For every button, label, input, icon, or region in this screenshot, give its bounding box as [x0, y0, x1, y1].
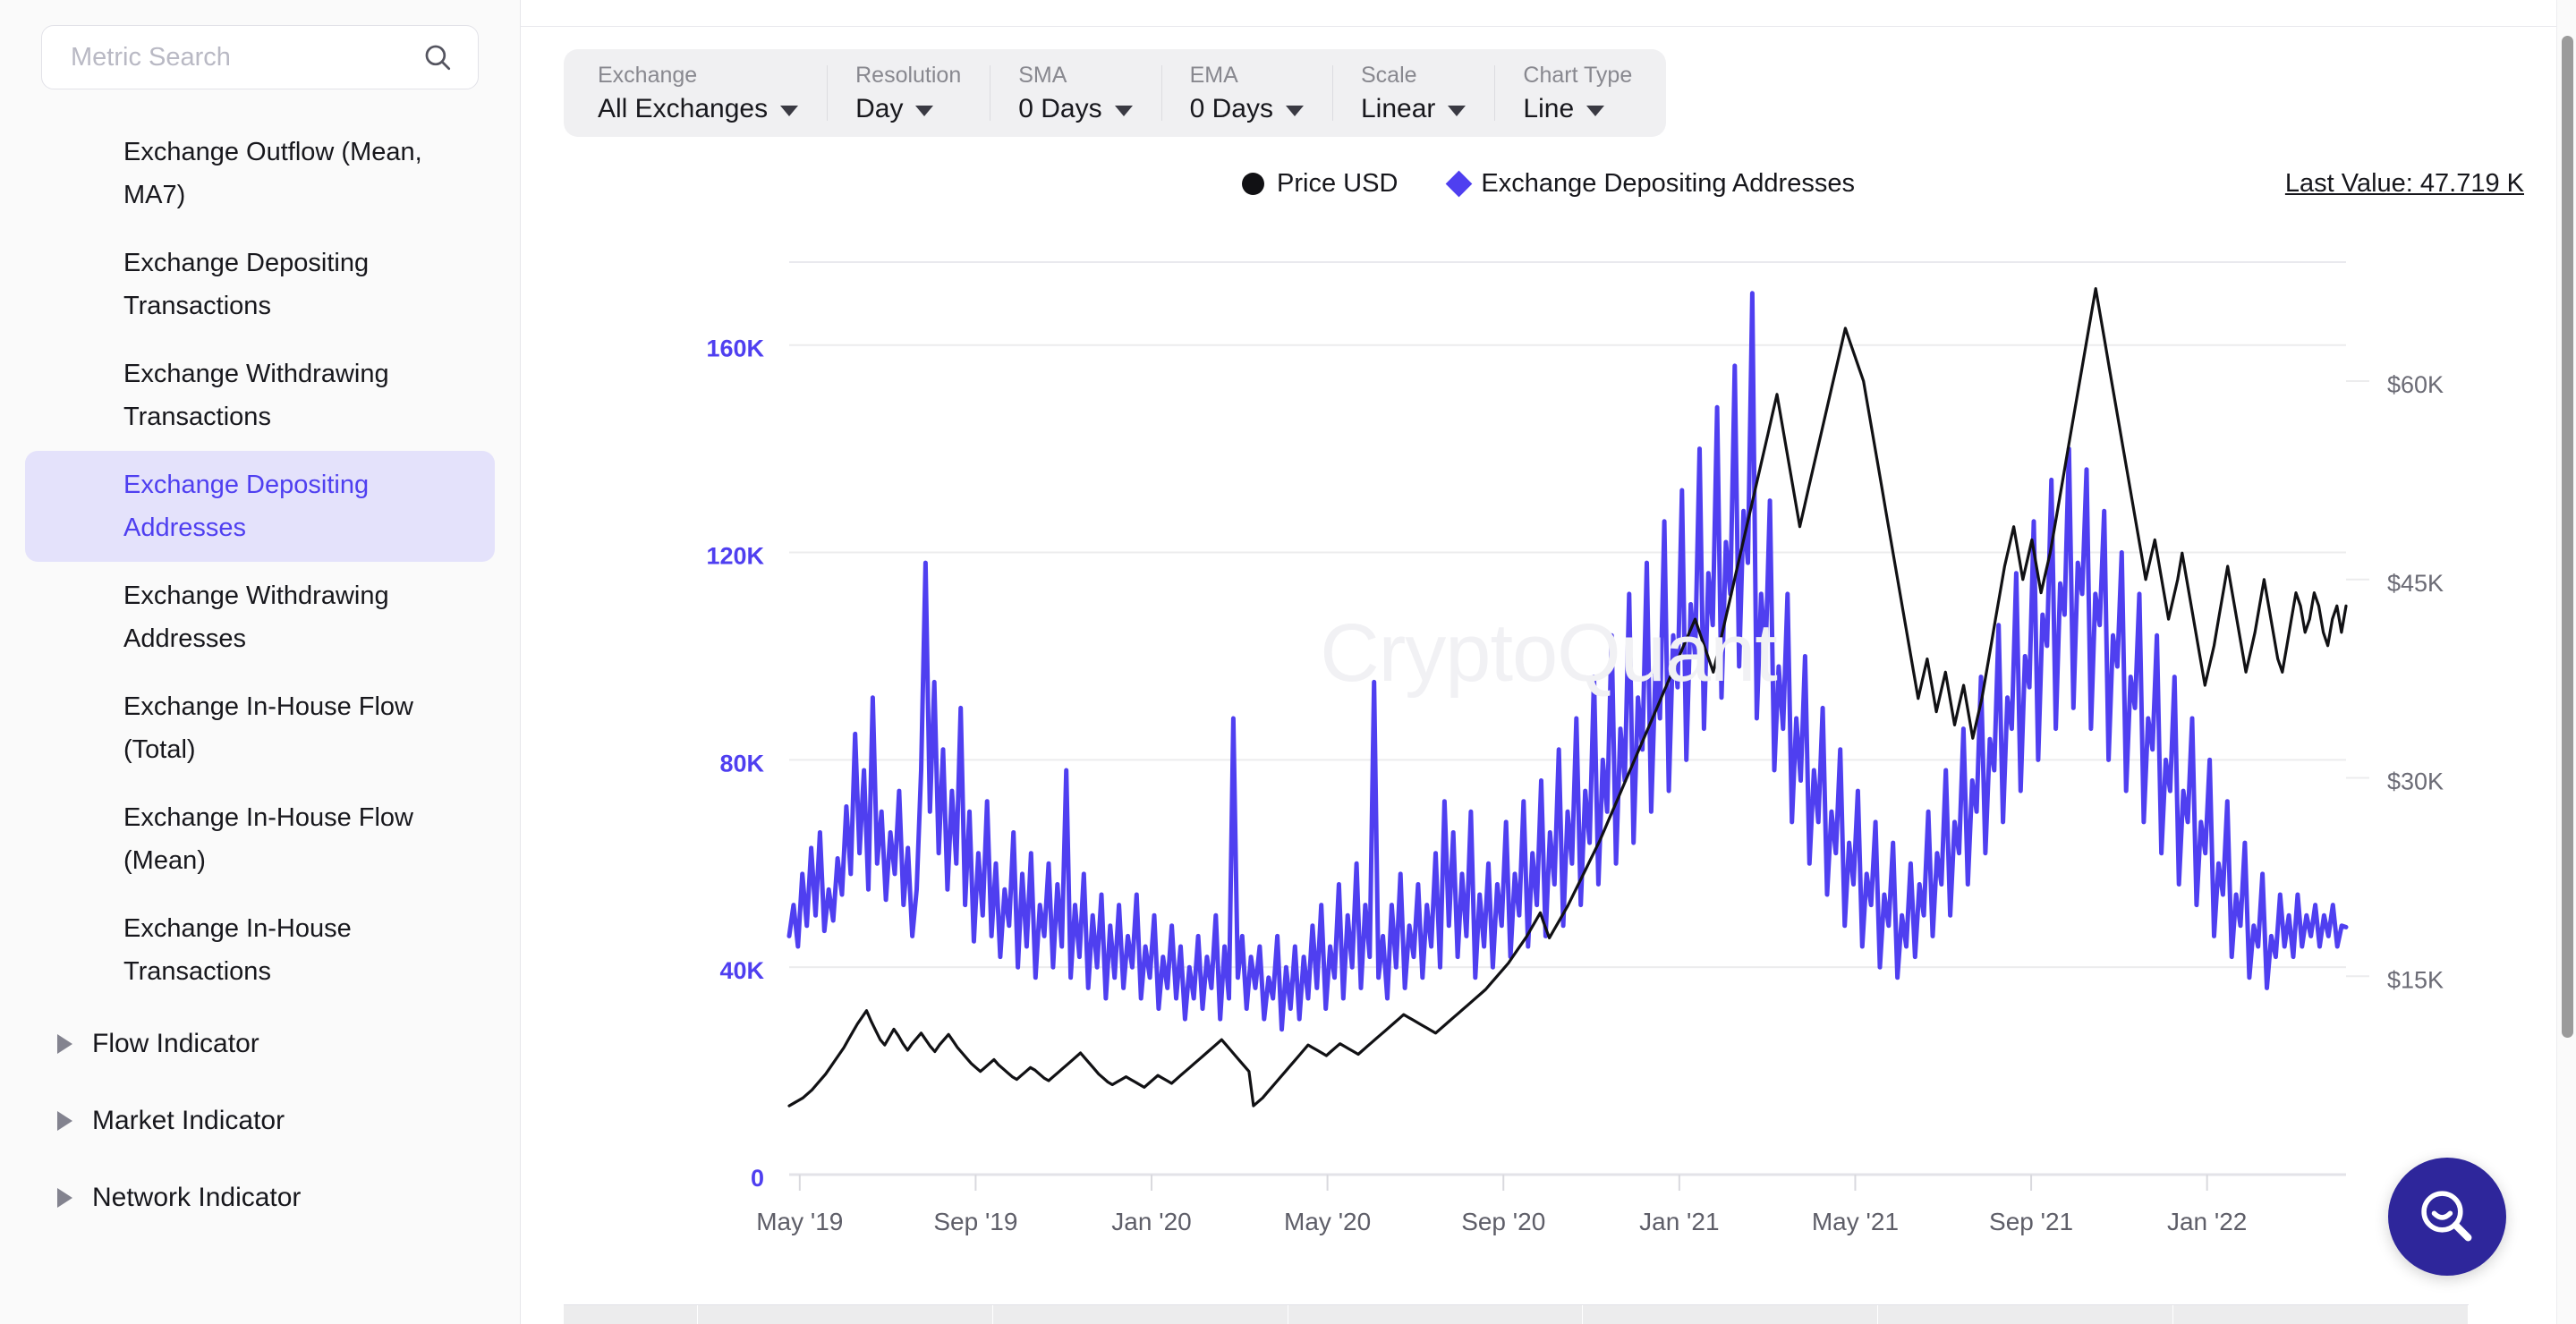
- metric-search-box[interactable]: [41, 25, 479, 89]
- chevron-down-icon[interactable]: [1286, 105, 1304, 116]
- toolbar-value-exchange: All Exchanges: [598, 94, 769, 123]
- chart-canvas-area: CryptoQuant 0 40K 80K 120K 160K $15K $30K $45K $…: [521, 208, 2576, 1318]
- table-header-cell: [1583, 1305, 1879, 1324]
- page-scrollbar[interactable]: [2556, 0, 2576, 1324]
- metric-item-clipped-label: ,: [123, 102, 520, 106]
- toolbar-value-resolution: Day: [855, 94, 904, 123]
- y-axis-left-tick: 40K: [719, 957, 764, 984]
- sidebar-group-network-indicator[interactable]: Network Indicator: [0, 1159, 520, 1236]
- search-icon[interactable]: [422, 42, 453, 72]
- chevron-down-icon[interactable]: [1114, 105, 1133, 116]
- metric-item-exchange-withdrawing-transactions[interactable]: Exchange Withdrawing Transactions: [25, 340, 495, 451]
- x-axis-tick: May '20: [1284, 1208, 1371, 1235]
- x-axis-tick: Sep '19: [933, 1208, 1017, 1235]
- series-line-exchange-depositing-addresses: [786, 291, 2349, 1032]
- crypto-analytics-app: , Exchange Outflow (Mean, MA7) Exchange …: [0, 0, 2576, 1324]
- y-axis-right-tick: $45K: [2387, 570, 2444, 597]
- x-axis-tick: Sep '20: [1461, 1208, 1545, 1235]
- caret-right-icon: [57, 1188, 72, 1208]
- legend-label-exchange-depositing-addresses: Exchange Depositing Addresses: [1481, 168, 1855, 198]
- metric-sidebar: , Exchange Outflow (Mean, MA7) Exchange …: [0, 0, 521, 1324]
- search-smile-icon: [2421, 1191, 2472, 1242]
- sidebar-group-flow-indicator[interactable]: Flow Indicator: [0, 1006, 520, 1082]
- metric-item-exchange-in-house-flow-total[interactable]: Exchange In-House Flow (Total): [25, 673, 495, 784]
- x-axis-tick: Jan '21: [1639, 1208, 1719, 1235]
- chevron-down-icon[interactable]: [780, 105, 799, 116]
- price-and-addresses-chart[interactable]: 0 40K 80K 120K 160K $15K $30K $45K $60K May '19 Se…: [521, 208, 2576, 1318]
- chevron-down-icon[interactable]: [1448, 105, 1467, 116]
- y-axis-right-tick: $30K: [2387, 768, 2444, 795]
- search-input[interactable]: [71, 42, 413, 72]
- table-header-cell: [1288, 1305, 1584, 1324]
- y-axis-left-tick: 160K: [706, 335, 764, 362]
- chart-legend: Price USD Exchange Depositing Addresses …: [521, 164, 2576, 203]
- caret-right-icon: [57, 1111, 72, 1131]
- table-header-cell: [698, 1305, 993, 1324]
- toolbar-field-ema[interactable]: EMA 0 Days: [1160, 49, 1332, 137]
- metric-item-exchange-withdrawing-addresses[interactable]: Exchange Withdrawing Addresses: [25, 562, 495, 673]
- metric-item-exchange-depositing-transactions[interactable]: Exchange Depositing Transactions: [25, 229, 495, 340]
- toolbar-value-scale: Linear: [1361, 94, 1436, 123]
- x-axis-tick: May '19: [756, 1208, 843, 1235]
- x-axis-tick: Jan '22: [2167, 1208, 2247, 1235]
- x-axis-tick: May '21: [1812, 1208, 1899, 1235]
- toolbar-value-chart-type: Line: [1523, 94, 1575, 123]
- y-axis-right-tick: $60K: [2387, 371, 2444, 398]
- toolbar-value-ema: 0 Days: [1189, 94, 1273, 123]
- toolbar-field-chart-type[interactable]: Chart Type Line: [1494, 49, 1661, 137]
- legend-item-exchange-depositing-addresses[interactable]: Exchange Depositing Addresses: [1446, 168, 1855, 199]
- toolbar-field-exchange[interactable]: Exchange All Exchanges: [569, 49, 827, 137]
- help-support-button[interactable]: [2388, 1158, 2506, 1276]
- chevron-down-icon[interactable]: [1586, 105, 1605, 116]
- toolbar-value-sma: 0 Days: [1018, 94, 1102, 123]
- y-axis-left-tick: 80K: [719, 750, 764, 777]
- chevron-down-icon[interactable]: [915, 105, 934, 116]
- chart-toolbar: Exchange All Exchanges Resolution Day SM…: [564, 49, 1667, 137]
- toolbar-field-sma[interactable]: SMA 0 Days: [990, 49, 1160, 137]
- legend-circle-icon: [1242, 172, 1265, 195]
- metric-item-clipped[interactable]: ,: [0, 102, 520, 118]
- metric-list: , Exchange Outflow (Mean, MA7) Exchange …: [0, 102, 520, 1254]
- panel-top-divider: [521, 0, 2576, 27]
- metric-item-exchange-depositing-addresses[interactable]: Exchange Depositing Addresses: [25, 451, 495, 562]
- chart-toolbar-wrap: Exchange All Exchanges Resolution Day SM…: [521, 27, 2576, 137]
- toolbar-label-chart-type: Chart Type: [1523, 63, 1633, 88]
- table-header-cell: [1878, 1305, 2174, 1324]
- caret-right-icon: [57, 1034, 72, 1054]
- x-axis-tick: Sep '21: [1989, 1208, 2073, 1235]
- x-axis-tick: Jan '20: [1111, 1208, 1191, 1235]
- sidebar-group-label: Network Indicator: [92, 1183, 302, 1212]
- toolbar-field-scale[interactable]: Scale Linear: [1332, 49, 1494, 137]
- y-axis-left-tick: 0: [751, 1165, 764, 1192]
- table-header-cell: [992, 1305, 1288, 1324]
- legend-label-price-usd: Price USD: [1277, 168, 1399, 198]
- sidebar-group-label: Market Indicator: [92, 1106, 285, 1135]
- legend-item-price-usd[interactable]: Price USD: [1242, 169, 1398, 199]
- search-section: [0, 0, 520, 89]
- y-axis-right-tick: $15K: [2387, 966, 2444, 993]
- metric-item-exchange-in-house-flow-mean[interactable]: Exchange In-House Flow (Mean): [25, 784, 495, 895]
- metric-item-exchange-outflow-mean-ma7[interactable]: Exchange Outflow (Mean, MA7): [25, 118, 495, 229]
- y-axis-left-tick: 120K: [706, 543, 764, 570]
- chart-panel: Exchange All Exchanges Resolution Day SM…: [521, 0, 2576, 1324]
- table-header-cell: [564, 1305, 698, 1324]
- toolbar-label-scale: Scale: [1361, 63, 1417, 88]
- toolbar-label-exchange: Exchange: [598, 63, 698, 88]
- data-table-header-partial: [564, 1304, 2469, 1324]
- scrollbar-thumb[interactable]: [2562, 36, 2573, 1038]
- metric-item-exchange-in-house-transactions[interactable]: Exchange In-House Transactions: [25, 895, 495, 1006]
- sidebar-group-label: Flow Indicator: [92, 1029, 259, 1058]
- legend-diamond-icon: [1446, 170, 1473, 197]
- toolbar-label-ema: EMA: [1189, 63, 1238, 88]
- toolbar-label-resolution: Resolution: [855, 63, 962, 88]
- toolbar-label-sma: SMA: [1018, 63, 1067, 88]
- table-header-cell: [2173, 1305, 2469, 1324]
- sidebar-group-market-indicator[interactable]: Market Indicator: [0, 1082, 520, 1159]
- last-value-label[interactable]: Last Value: 47.719 K: [2285, 169, 2524, 199]
- toolbar-field-resolution[interactable]: Resolution Day: [827, 49, 990, 137]
